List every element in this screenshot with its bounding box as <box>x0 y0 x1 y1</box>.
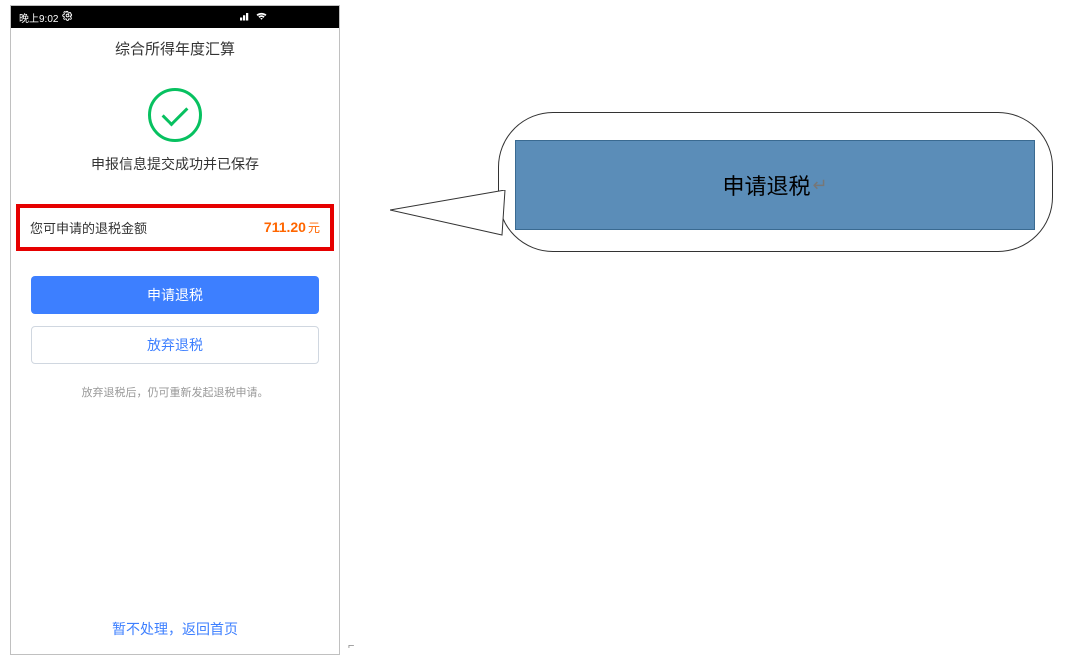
skip-return-home-link[interactable]: 暂不处理，返回首页 <box>11 599 339 654</box>
status-bar-right <box>240 10 331 24</box>
notch <box>271 10 331 24</box>
page-title: 综合所得年度汇算 <box>115 38 235 59</box>
callout-tail-icon <box>390 190 520 250</box>
app-header: 综合所得年度汇算 <box>11 28 339 68</box>
apply-refund-button[interactable]: 申请退税 <box>31 276 319 314</box>
cursor-mark: ⌐ <box>348 640 354 652</box>
settings-icon <box>62 10 73 24</box>
status-time: 晚上9:02 <box>19 10 58 25</box>
signal-icon <box>240 11 252 24</box>
refund-unit: 元 <box>308 221 320 235</box>
refund-amount: 711.20 <box>264 219 306 235</box>
callout-text: 申请退税 <box>722 169 810 201</box>
abandon-hint: 放弃退税后，仍可重新发起退税申请。 <box>31 384 319 400</box>
refund-value-wrapper: 711.20元 <box>264 219 320 237</box>
phone-frame: 晚上9:02 综合所得年度汇算 申报信息提交成功并已保存 您可申请的退税金额 7… <box>10 5 340 655</box>
refund-amount-row: 您可申请的退税金额 711.20元 <box>16 204 334 251</box>
refund-label: 您可申请的退税金额 <box>30 218 147 237</box>
success-icon <box>148 88 202 142</box>
hero-section: 申报信息提交成功并已保存 <box>11 68 339 189</box>
wifi-icon <box>255 11 268 24</box>
success-message: 申报信息提交成功并已保存 <box>91 154 259 174</box>
annotation-callout: 申请退税↵ <box>370 90 1070 290</box>
callout-bubble: 申请退税↵ <box>515 140 1035 230</box>
return-symbol-icon: ↵ <box>812 175 827 196</box>
status-bar-left: 晚上9:02 <box>19 10 73 25</box>
spacer <box>11 410 339 599</box>
checkmark-icon <box>162 100 189 127</box>
button-section: 申请退税 放弃退税 放弃退税后，仍可重新发起退税申请。 <box>11 251 339 410</box>
status-bar: 晚上9:02 <box>11 6 339 28</box>
abandon-refund-button[interactable]: 放弃退税 <box>31 326 319 364</box>
